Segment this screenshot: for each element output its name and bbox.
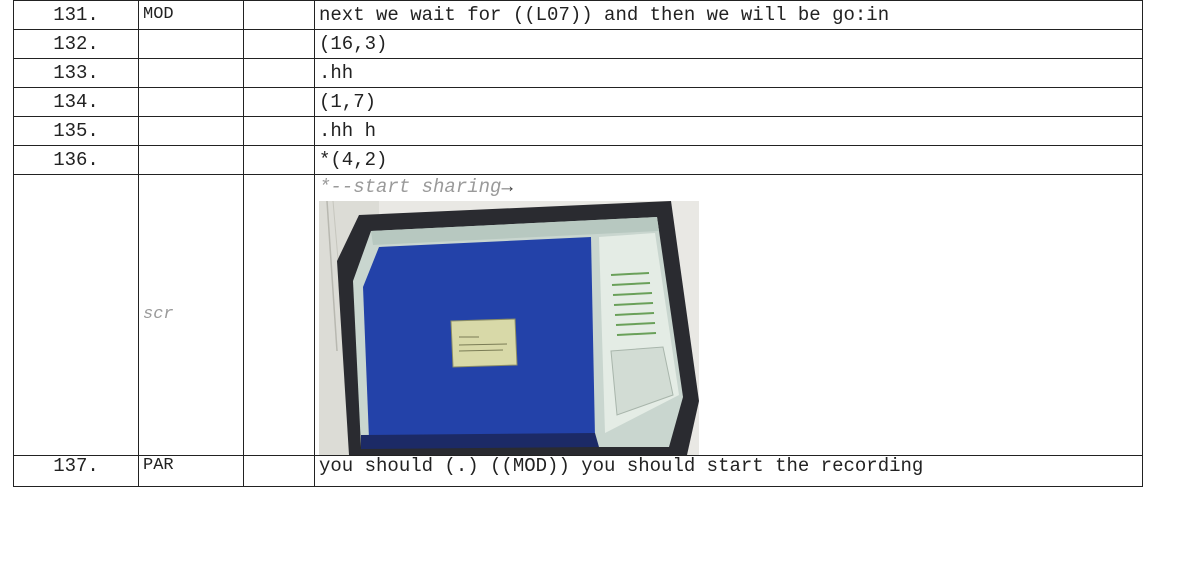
speaker-cell <box>138 29 244 59</box>
transcript-row: 137. PAR you should (.) ((MOD)) you shou… <box>13 455 1143 487</box>
utterance-cell: .hh h <box>314 116 1143 146</box>
empty-cell <box>243 455 315 487</box>
speaker-cell <box>138 58 244 88</box>
speaker-cell <box>138 87 244 117</box>
line-number: 137. <box>13 455 139 487</box>
empty-number-cell <box>13 174 139 456</box>
screen-annotation: *--start sharing→ <box>319 175 1138 201</box>
transcript-row: 136. *(4,2) <box>13 145 1143 175</box>
transcript-row: 133. .hh <box>13 58 1143 88</box>
line-number: 132. <box>13 29 139 59</box>
line-number: 135. <box>13 116 139 146</box>
utterance-cell: next we wait for ((L07)) and then we wil… <box>314 0 1143 30</box>
utterance-cell: .hh <box>314 58 1143 88</box>
empty-cell <box>243 58 315 88</box>
transcript-row: 135. .hh h <box>13 116 1143 146</box>
empty-cell <box>243 116 315 146</box>
speaker-cell: MOD <box>138 0 244 30</box>
line-number: 134. <box>13 87 139 117</box>
transcript-row: 132. (16,3) <box>13 29 1143 59</box>
speaker-cell <box>138 145 244 175</box>
empty-cell <box>243 145 315 175</box>
right-arrow-icon: → <box>501 176 513 198</box>
transcript-table: 131. MOD next we wait for ((L07)) and th… <box>13 0 1143 487</box>
utterance-cell: *(4,2) <box>314 145 1143 175</box>
empty-cell <box>243 0 315 30</box>
transcript-row: 131. MOD next we wait for ((L07)) and th… <box>13 0 1143 30</box>
empty-cell <box>243 29 315 59</box>
screen-row: scr *--start sharing→ <box>13 174 1143 456</box>
annotation-text: *--start sharing <box>319 176 502 198</box>
speaker-cell <box>138 116 244 146</box>
empty-cell <box>243 87 315 117</box>
screen-label: scr <box>138 174 244 456</box>
utterance-cell: (1,7) <box>314 87 1143 117</box>
transcript-row: 134. (1,7) <box>13 87 1143 117</box>
line-number: 136. <box>13 145 139 175</box>
empty-cell <box>243 174 315 456</box>
screen-capture-cell: *--start sharing→ <box>314 174 1143 456</box>
utterance-cell: you should (.) ((MOD)) you should start … <box>314 455 1143 487</box>
line-number: 131. <box>13 0 139 30</box>
utterance-cell: (16,3) <box>314 29 1143 59</box>
speaker-cell: PAR <box>138 455 244 487</box>
monitor-photo <box>319 201 699 455</box>
line-number: 133. <box>13 58 139 88</box>
